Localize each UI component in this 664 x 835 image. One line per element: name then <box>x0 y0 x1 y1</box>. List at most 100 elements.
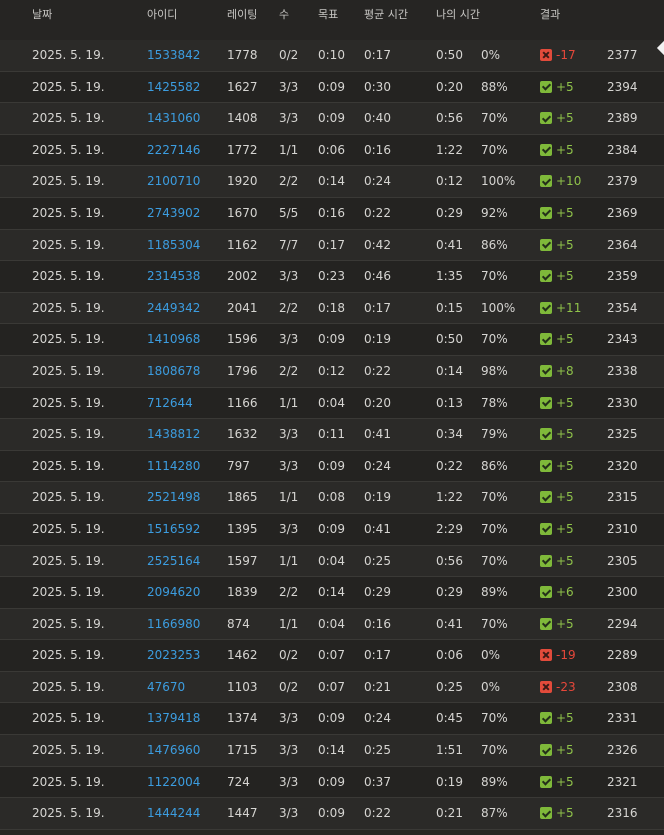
table-row: 2025. 5. 19. 1516592 1395 3/3 0:09 0:41 2:29 70… <box>0 513 664 546</box>
header-avg-time[interactable]: 평균 시간 <box>364 6 408 22</box>
row-puzzle-id-link[interactable]: 1122004 <box>147 767 200 798</box>
header-my-time[interactable]: 나의 시간 <box>436 6 480 22</box>
row-puzzle-id-link[interactable]: 1444244 <box>147 798 200 829</box>
row-puzzle-id-link[interactable]: 1114280 <box>147 451 200 482</box>
row-puzzle-id-link[interactable]: 1166980 <box>147 609 200 640</box>
row-rating-delta: +5 <box>556 774 574 789</box>
row-new-rating: 2289 <box>607 648 638 663</box>
row-puzzle-id-link[interactable]: 1516592 <box>147 514 200 545</box>
row-result: +8 <box>540 356 574 387</box>
check-icon <box>540 459 552 472</box>
row-puzzle-id-link[interactable]: 1808678 <box>147 356 200 387</box>
row-accuracy: 78% <box>481 395 508 410</box>
row-puzzle-id-link[interactable]: 2521498 <box>147 482 200 513</box>
row-puzzle-id-link[interactable]: 1185304 <box>147 230 200 261</box>
row-count: 5/5 <box>279 205 299 220</box>
row-puzzle-id-link[interactable]: 1425582 <box>147 72 200 103</box>
row-date: 2025. 5. 19. <box>32 363 105 378</box>
row-rating: 1374 <box>227 711 258 726</box>
cross-icon <box>540 680 552 693</box>
row-avg-time: 0:17 <box>364 48 391 62</box>
row-date: 2025. 5. 19. <box>32 711 105 726</box>
check-icon <box>540 270 552 283</box>
row-result: +5 <box>540 514 574 545</box>
table-row: 2025. 5. 19. 1808678 1796 2/2 0:12 0:22 0:14 98… <box>0 355 664 388</box>
row-new-rating: 2394 <box>607 79 638 94</box>
row-accuracy: 70% <box>481 553 508 568</box>
row-puzzle-id-link[interactable]: 712644 <box>147 388 193 419</box>
row-rating-delta: +5 <box>556 553 574 568</box>
row-new-rating: 2369 <box>607 205 638 220</box>
row-puzzle-id-link[interactable]: 2743902 <box>147 198 200 229</box>
row-avg-time: 0:37 <box>364 774 391 789</box>
header-goal[interactable]: 목표 <box>318 6 338 22</box>
row-goal-time: 0:07 <box>318 679 345 694</box>
row-new-rating: 2300 <box>607 585 638 600</box>
header-count[interactable]: 수 <box>279 6 289 22</box>
row-new-rating: 2325 <box>607 427 638 442</box>
check-icon <box>540 586 552 599</box>
row-my-time: 1:22 <box>436 490 463 505</box>
header-id[interactable]: 아이디 <box>147 6 177 22</box>
row-puzzle-id-link[interactable]: 1476960 <box>147 735 200 766</box>
row-avg-time: 0:42 <box>364 237 391 252</box>
row-count: 1/1 <box>279 490 299 505</box>
row-accuracy: 86% <box>481 237 508 252</box>
header-date[interactable]: 날짜 <box>32 6 52 22</box>
cross-icon <box>540 649 552 662</box>
header-rating[interactable]: 레이팅 <box>227 6 257 22</box>
row-result: +11 <box>540 293 581 324</box>
row-goal-time: 0:04 <box>318 395 345 410</box>
row-rating: 797 <box>227 458 250 473</box>
row-accuracy: 70% <box>481 490 508 505</box>
row-accuracy: 70% <box>481 711 508 726</box>
table-row: 2025. 5. 19. 1431060 1408 3/3 0:09 0:40 0:56 70… <box>0 103 664 135</box>
row-result: +5 <box>540 609 574 640</box>
check-icon <box>540 522 552 535</box>
row-accuracy: 98% <box>481 363 508 378</box>
row-my-time: 0:14 <box>436 363 463 378</box>
row-my-time: 0:29 <box>436 205 463 220</box>
row-puzzle-id-link[interactable]: 1438812 <box>147 419 200 450</box>
table-row: 2025. 5. 19. 2094620 1839 2/2 0:14 0:29 0:29 89… <box>0 577 664 609</box>
row-avg-time: 0:16 <box>364 142 391 157</box>
row-puzzle-id-link[interactable]: 1410968 <box>147 324 200 355</box>
row-result: +5 <box>540 198 574 229</box>
row-puzzle-id-link[interactable]: 1533842 <box>147 40 200 71</box>
row-my-time: 0:06 <box>436 648 463 663</box>
header-result[interactable]: 결과 <box>540 6 560 22</box>
row-accuracy: 87% <box>481 806 508 821</box>
row-avg-time: 0:24 <box>364 174 391 189</box>
row-date: 2025. 5. 19. <box>32 521 105 536</box>
row-count: 1/1 <box>279 553 299 568</box>
row-rating-delta: +5 <box>556 458 574 473</box>
row-goal-time: 0:16 <box>318 205 345 220</box>
row-count: 7/7 <box>279 237 299 252</box>
row-rating-delta: -23 <box>556 679 576 694</box>
row-count: 2/2 <box>279 174 299 189</box>
check-icon <box>540 80 552 93</box>
row-puzzle-id-link[interactable]: 1431060 <box>147 103 200 134</box>
row-accuracy: 70% <box>481 521 508 536</box>
row-goal-time: 0:09 <box>318 111 345 126</box>
row-puzzle-id-link[interactable]: 2314538 <box>147 261 200 292</box>
row-count: 0/2 <box>279 679 299 694</box>
row-goal-time: 0:17 <box>318 237 345 252</box>
row-puzzle-id-link[interactable]: 2100710 <box>147 166 200 197</box>
row-puzzle-id-link[interactable]: 2227146 <box>147 135 200 166</box>
row-date: 2025. 5. 19. <box>32 300 105 315</box>
check-icon <box>540 617 552 630</box>
row-date: 2025. 5. 19. <box>32 679 105 694</box>
row-result: +5 <box>540 798 574 829</box>
row-puzzle-id-link[interactable]: 2023253 <box>147 640 200 671</box>
row-rating: 1772 <box>227 142 258 157</box>
row-puzzle-id-link[interactable]: 2094620 <box>147 577 200 608</box>
row-count: 1/1 <box>279 616 299 631</box>
row-puzzle-id-link[interactable]: 2525164 <box>147 546 200 577</box>
row-puzzle-id-link[interactable]: 1379418 <box>147 703 200 734</box>
row-puzzle-id-link[interactable]: 47670 <box>147 672 185 703</box>
row-avg-time: 0:21 <box>364 679 391 694</box>
row-rating: 874 <box>227 616 250 631</box>
row-result: +5 <box>540 735 574 766</box>
row-puzzle-id-link[interactable]: 2449342 <box>147 293 200 324</box>
